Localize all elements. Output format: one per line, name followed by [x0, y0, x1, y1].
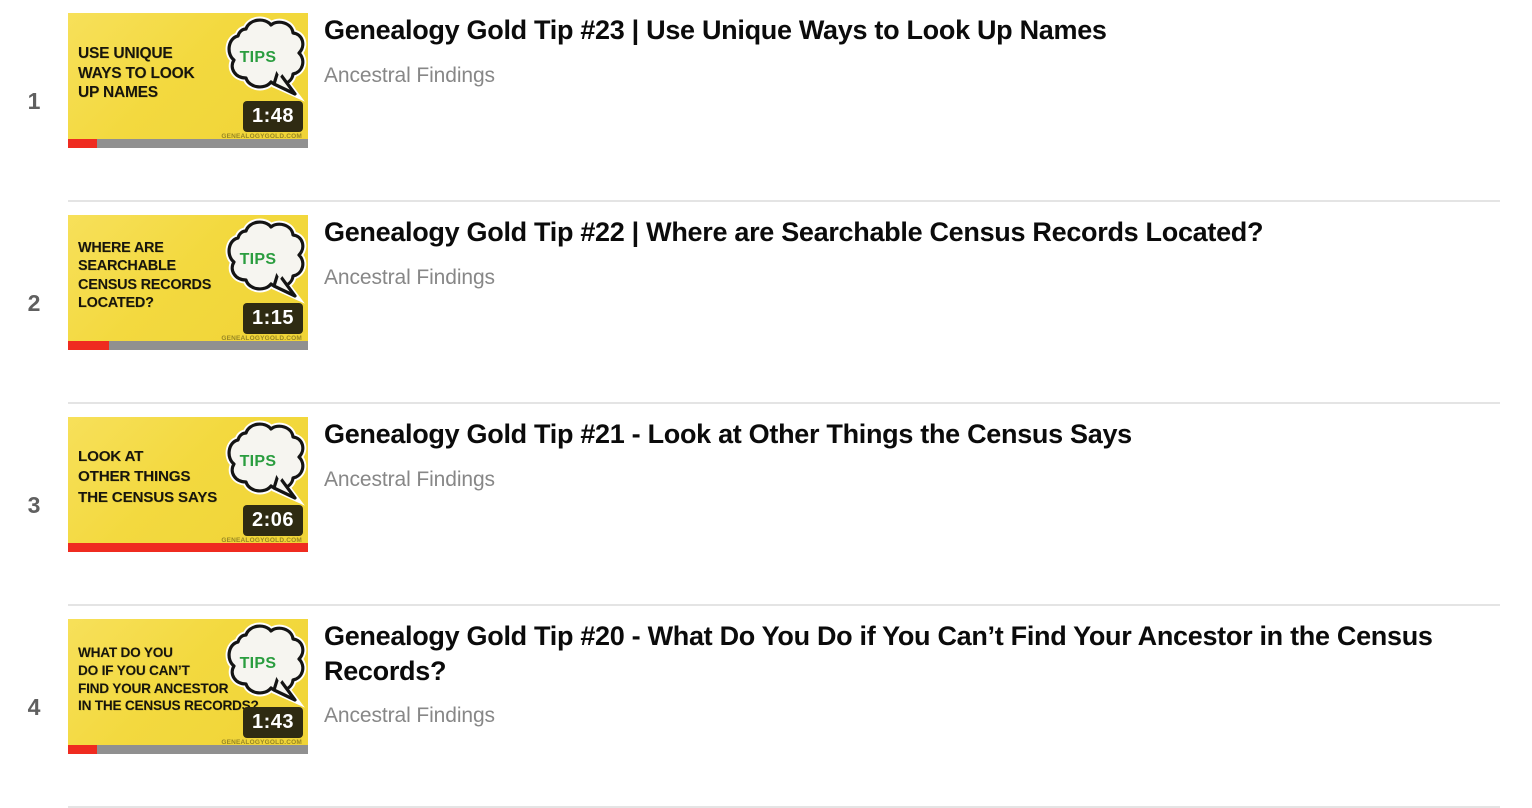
video-channel[interactable]: Ancestral Findings — [324, 466, 1502, 493]
list-item[interactable]: 2 WHERE ARE SEARCHABLE CENSUS RECORDS LO… — [0, 202, 1532, 404]
list-item[interactable]: 1 USE UNIQUE WAYS TO LOOK UP NAMES TIPS … — [0, 0, 1532, 202]
video-playlist: 1 USE UNIQUE WAYS TO LOOK UP NAMES TIPS … — [0, 0, 1532, 808]
list-item[interactable]: 4 WHAT DO YOU DO IF YOU CAN’T FIND YOUR … — [0, 606, 1532, 808]
watch-progress-bar — [68, 745, 308, 754]
playlist-index-number: 1 — [27, 87, 41, 114]
video-duration-badge: 1:15 — [242, 303, 303, 334]
video-channel[interactable]: Ancestral Findings — [324, 702, 1502, 729]
thumbnail-link[interactable]: USE UNIQUE WAYS TO LOOK UP NAMES TIPS GE… — [68, 0, 308, 161]
tips-speech-bubble-icon: TIPS — [216, 621, 308, 709]
watch-progress-fill — [68, 543, 308, 552]
playlist-index-number: 4 — [27, 693, 41, 720]
video-meta: Genealogy Gold Tip #20 - What Do You Do … — [308, 606, 1532, 729]
video-meta: Genealogy Gold Tip #22 | Where are Searc… — [308, 202, 1532, 291]
video-thumbnail[interactable]: WHAT DO YOU DO IF YOU CAN’T FIND YOUR AN… — [68, 619, 308, 754]
watch-progress-bar — [68, 341, 308, 350]
video-title[interactable]: Genealogy Gold Tip #23 | Use Unique Ways… — [324, 13, 1502, 48]
video-duration-badge: 1:43 — [242, 707, 303, 738]
tips-speech-bubble-icon: TIPS — [216, 217, 308, 305]
playlist-index: 1 — [0, 0, 68, 202]
thumbnail-link[interactable]: WHAT DO YOU DO IF YOU CAN’T FIND YOUR AN… — [68, 606, 308, 767]
video-title[interactable]: Genealogy Gold Tip #20 - What Do You Do … — [324, 619, 1502, 688]
playlist-index: 3 — [0, 404, 68, 606]
playlist-index: 2 — [0, 202, 68, 404]
video-channel[interactable]: Ancestral Findings — [324, 62, 1502, 89]
video-title[interactable]: Genealogy Gold Tip #22 | Where are Searc… — [324, 215, 1502, 250]
list-item[interactable]: 3 LOOK AT OTHER THINGS THE CENSUS SAYS T… — [0, 404, 1532, 606]
playlist-index: 4 — [0, 606, 68, 808]
tips-speech-bubble-icon: TIPS — [216, 15, 308, 103]
video-duration-badge: 1:48 — [242, 101, 303, 132]
thumbnail-link[interactable]: LOOK AT OTHER THINGS THE CENSUS SAYS TIP… — [68, 404, 308, 565]
video-thumbnail[interactable]: USE UNIQUE WAYS TO LOOK UP NAMES TIPS GE… — [68, 13, 308, 148]
video-meta: Genealogy Gold Tip #23 | Use Unique Ways… — [308, 0, 1532, 89]
playlist-index-number: 2 — [27, 289, 41, 316]
tips-speech-bubble-icon: TIPS — [216, 419, 308, 507]
watch-progress-fill — [68, 745, 97, 754]
watch-progress-bar — [68, 139, 308, 148]
video-duration-badge: 2:06 — [242, 505, 303, 536]
watch-progress-bar — [68, 543, 308, 552]
video-title[interactable]: Genealogy Gold Tip #21 - Look at Other T… — [324, 417, 1502, 452]
thumbnail-link[interactable]: WHERE ARE SEARCHABLE CENSUS RECORDS LOCA… — [68, 202, 308, 363]
watch-progress-fill — [68, 139, 97, 148]
watch-progress-fill — [68, 341, 109, 350]
playlist-index-number: 3 — [27, 491, 41, 518]
video-meta: Genealogy Gold Tip #21 - Look at Other T… — [308, 404, 1532, 493]
video-channel[interactable]: Ancestral Findings — [324, 264, 1502, 291]
video-thumbnail[interactable]: LOOK AT OTHER THINGS THE CENSUS SAYS TIP… — [68, 417, 308, 552]
video-thumbnail[interactable]: WHERE ARE SEARCHABLE CENSUS RECORDS LOCA… — [68, 215, 308, 350]
